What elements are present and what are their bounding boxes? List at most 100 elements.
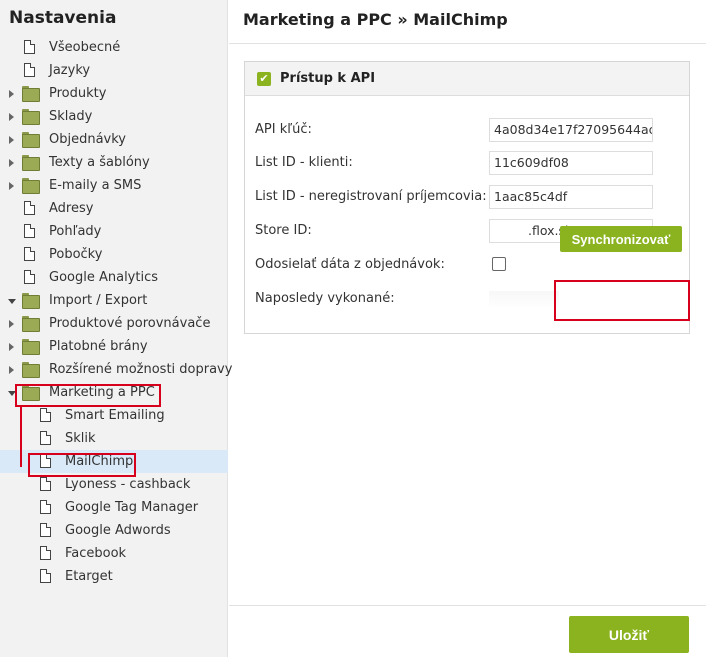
sidebar-item-label: Rozšírené možnosti dopravy xyxy=(49,362,233,377)
folder-icon xyxy=(22,316,40,332)
settings-tree: Všeobecné Jazyky Produkty Sklady Objednávky T… xyxy=(0,36,232,588)
check-icon: ✔ xyxy=(257,72,271,86)
sidebar-item[interactable]: Produktové porovnávače xyxy=(0,312,228,335)
api-key-row: API kľúč: 4a08d34e17f27095644acc xyxy=(255,118,685,142)
sidebar-item-label: Objednávky xyxy=(49,132,127,147)
panel-header[interactable]: ✔ Prístup k API xyxy=(245,62,689,96)
sidebar-item-label: Facebook xyxy=(65,546,127,561)
file-icon xyxy=(40,408,51,422)
sidebar-item-label: Platobné brány xyxy=(49,339,148,354)
list-unregistered-input[interactable]: 1aac85c4df xyxy=(489,185,653,209)
file-icon xyxy=(24,63,35,77)
settings-sidebar: Nastavenia Všeobecné Jazyky Produkty Sklady… xyxy=(0,0,232,657)
sidebar-item-label: Import / Export xyxy=(49,293,148,308)
sidebar-item-label: Etarget xyxy=(65,569,113,584)
folder-icon xyxy=(22,109,40,125)
expand-right-icon[interactable] xyxy=(9,343,14,351)
sidebar-item[interactable]: Google Adwords xyxy=(0,519,228,542)
sidebar-item[interactable]: Produkty xyxy=(0,82,228,105)
list-unregistered-label: List ID - neregistrovaní príjemcovia: xyxy=(255,189,487,204)
sidebar-item[interactable]: Rozšírené možnosti dopravy xyxy=(0,358,232,381)
sidebar-item-label: Sklady xyxy=(49,109,93,124)
file-icon xyxy=(24,201,35,215)
sidebar-item[interactable]: Etarget xyxy=(0,565,228,588)
file-icon xyxy=(24,247,35,261)
last-run-value xyxy=(489,291,559,309)
sidebar-item[interactable]: Texty a šablóny xyxy=(0,151,228,174)
synchronize-button[interactable]: Synchronizovať xyxy=(560,226,682,252)
sidebar-item-label: Google Adwords xyxy=(65,523,171,538)
store-id-label: Store ID: xyxy=(255,223,312,238)
save-button[interactable]: Uložiť xyxy=(569,616,689,653)
sidebar-item[interactable]: Google Analytics xyxy=(0,266,228,289)
send-orders-label: Odosielať dáta z objednávok: xyxy=(255,257,445,272)
list-clients-row: List ID - klienti: 11c609df08 xyxy=(255,151,685,175)
folder-icon xyxy=(22,86,40,102)
api-key-input[interactable]: 4a08d34e17f27095644acc xyxy=(489,118,653,142)
file-icon xyxy=(40,431,51,445)
expand-right-icon[interactable] xyxy=(9,159,14,167)
expand-right-icon[interactable] xyxy=(9,136,14,144)
file-icon xyxy=(40,523,51,537)
file-icon xyxy=(40,546,51,560)
sidebar-item[interactable]: Pohľady xyxy=(0,220,228,243)
file-icon xyxy=(24,40,35,54)
panel-title: Prístup k API xyxy=(280,71,376,86)
send-orders-checkbox[interactable] xyxy=(492,257,506,271)
list-clients-input[interactable]: 11c609df08 xyxy=(489,151,653,175)
sidebar-item-label: Produktové porovnávače xyxy=(49,316,211,331)
sidebar-item-label: Produkty xyxy=(49,86,107,101)
highlight-mailchimp xyxy=(28,453,136,477)
sidebar-item[interactable]: Sklady xyxy=(0,105,228,128)
sidebar-item-label: Jazyky xyxy=(49,63,91,78)
file-icon xyxy=(24,270,35,284)
main-header: Marketing a PPC » MailChimp xyxy=(229,0,706,44)
sidebar-item-label: Pohľady xyxy=(49,224,102,239)
sidebar-item[interactable]: Smart Emailing xyxy=(0,404,228,427)
sidebar-item-label: Google Analytics xyxy=(49,270,159,285)
expand-down-icon[interactable] xyxy=(8,299,16,304)
sidebar-item[interactable]: Pobočky xyxy=(0,243,228,266)
sidebar-item[interactable]: Objednávky xyxy=(0,128,228,151)
sidebar-item[interactable]: Platobné brány xyxy=(0,335,228,358)
highlight-synchronize xyxy=(554,280,690,321)
expand-right-icon[interactable] xyxy=(9,366,14,374)
highlight-marketing xyxy=(15,384,161,407)
last-run-label: Naposledy vykonané: xyxy=(255,291,395,306)
file-icon xyxy=(40,500,51,514)
footer-divider xyxy=(229,605,706,606)
sidebar-item-label: Všeobecné xyxy=(49,40,121,55)
folder-icon xyxy=(22,293,40,309)
sidebar-item[interactable]: Google Tag Manager xyxy=(0,496,228,519)
folder-icon xyxy=(22,132,40,148)
sidebar-item[interactable]: Sklik xyxy=(0,427,228,450)
sidebar-item[interactable]: Import / Export xyxy=(0,289,228,312)
expand-right-icon[interactable] xyxy=(9,90,14,98)
sidebar-item-label: E-maily a SMS xyxy=(49,178,142,193)
send-orders-row: Odosielať dáta z objednávok: xyxy=(255,253,685,277)
folder-icon xyxy=(22,178,40,194)
sidebar-item[interactable]: Facebook xyxy=(0,542,228,565)
sidebar-item[interactable]: Adresy xyxy=(0,197,228,220)
sidebar-item[interactable]: Jazyky xyxy=(0,59,228,82)
sidebar-item[interactable]: E-maily a SMS xyxy=(0,174,228,197)
sidebar-item-label: Sklik xyxy=(65,431,96,446)
sidebar-item[interactable]: Všeobecné xyxy=(0,36,228,59)
list-unregistered-row: List ID - neregistrovaní príjemcovia: 1a… xyxy=(255,185,685,209)
folder-icon xyxy=(22,155,40,171)
sidebar-item-label: Adresy xyxy=(49,201,94,216)
sidebar-item-label: Pobočky xyxy=(49,247,103,262)
expand-right-icon[interactable] xyxy=(9,113,14,121)
api-key-label: API kľúč: xyxy=(255,122,312,137)
folder-icon xyxy=(22,339,40,355)
expand-right-icon[interactable] xyxy=(9,182,14,190)
folder-icon xyxy=(22,362,40,378)
sidebar-title: Nastavenia xyxy=(9,8,117,28)
expand-right-icon[interactable] xyxy=(9,320,14,328)
list-clients-label: List ID - klienti: xyxy=(255,155,353,170)
file-icon xyxy=(40,477,51,491)
file-icon xyxy=(24,224,35,238)
main-content: Marketing a PPC » MailChimp ✔ Prístup k … xyxy=(229,0,706,657)
page-title: Marketing a PPC » MailChimp xyxy=(243,10,508,29)
sidebar-item-label: Smart Emailing xyxy=(65,408,165,423)
